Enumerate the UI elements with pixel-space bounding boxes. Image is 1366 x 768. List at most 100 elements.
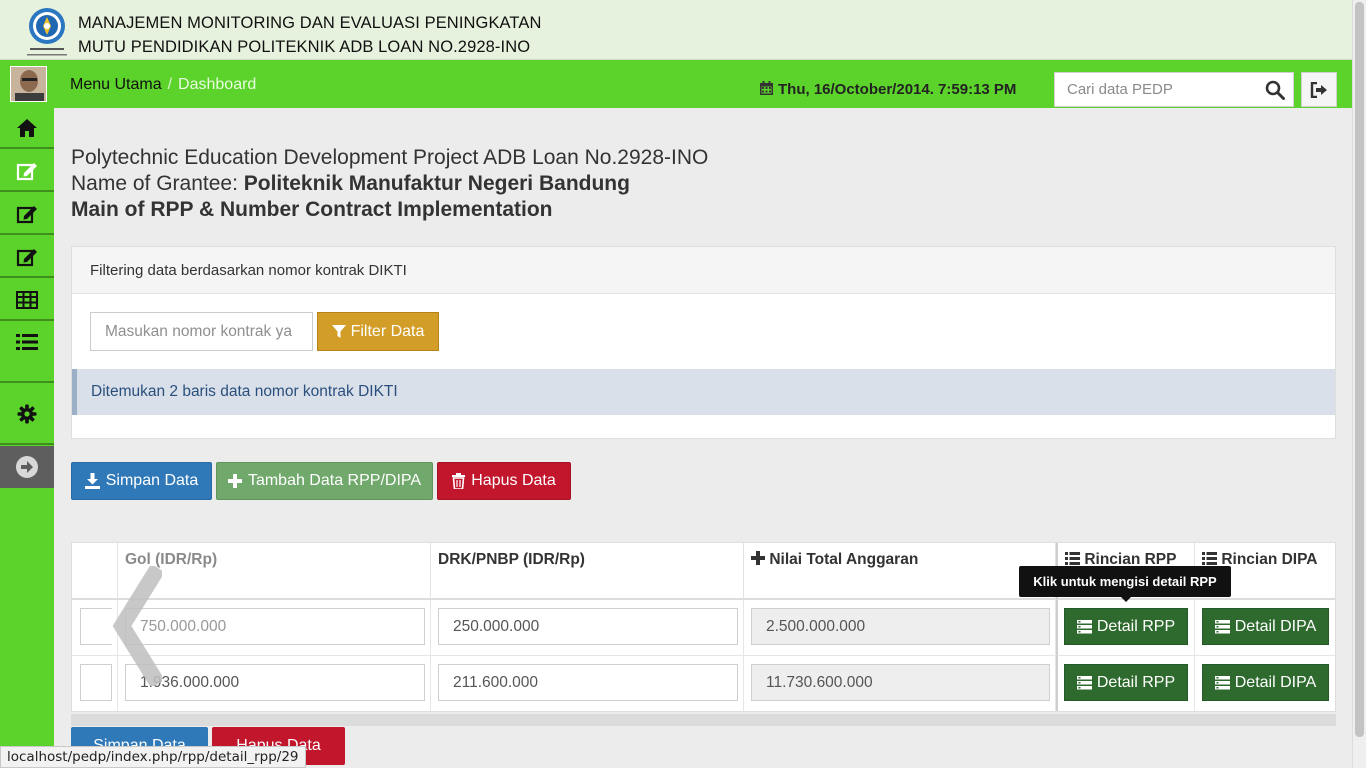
table-cell-rincian-rpp: Detail RPP xyxy=(1056,656,1195,711)
logout-button[interactable] xyxy=(1301,72,1337,107)
app-header: MANAJEMEN MONITORING DAN EVALUASI PENING… xyxy=(0,0,1352,60)
grantee-label: Name of Grantee: xyxy=(71,172,244,195)
table-cell-rincian-dipa: Detail DIPA xyxy=(1195,656,1335,711)
table-cell-rincian-rpp: Detail RPP xyxy=(1056,600,1195,656)
detail-rpp-button[interactable]: Detail RPP xyxy=(1064,608,1188,645)
sidebar-item-table[interactable] xyxy=(0,280,54,321)
page-subtitle: Main of RPP & Number Contract Implementa… xyxy=(71,198,553,221)
filter-panel: Filtering data berdasarkan nomor kontrak… xyxy=(71,246,1336,439)
edit-icon xyxy=(16,205,37,223)
result-alert: Ditemukan 2 baris data nomor kontrak DIK… xyxy=(72,369,1335,415)
drk-input[interactable]: 211.600.000 xyxy=(438,664,738,701)
detail-dipa-button[interactable]: Detail DIPA xyxy=(1202,664,1329,701)
table-header-total-label: Nilai Total Anggaran xyxy=(769,551,919,568)
search-input[interactable] xyxy=(1055,73,1255,106)
table-cell-total: 11.730.600.000 xyxy=(744,656,1056,711)
sidebar-item-settings[interactable] xyxy=(0,385,54,445)
drk-input[interactable]: 250.000.000 xyxy=(438,608,738,645)
app-title-line2: MUTU PENDIDIKAN POLITEKNIK ADB LOAN NO.2… xyxy=(78,38,531,56)
edit-icon xyxy=(16,248,37,266)
breadcrumb-current: Dashboard xyxy=(178,76,257,93)
sidebar-item-home[interactable] xyxy=(0,108,54,149)
gear-icon xyxy=(17,404,37,424)
table-header-rincian-dipa-label: Rincian DIPA xyxy=(1221,551,1318,568)
sidebar-item-edit-2[interactable] xyxy=(0,194,54,235)
grantee-name: Politeknik Manufaktur Negeri Bandung xyxy=(243,172,630,195)
detail-dipa-label: Detail DIPA xyxy=(1234,617,1317,635)
save-button[interactable]: Simpan Data xyxy=(71,462,212,500)
app-title-line1: MANAJEMEN MONITORING DAN EVALUASI PENING… xyxy=(78,14,542,32)
chevron-left-icon[interactable] xyxy=(106,566,162,686)
datetime-text: Thu, 16/October/2014. 7:59:13 PM xyxy=(778,81,1017,98)
breadcrumb-separator: / xyxy=(167,76,173,93)
table-cell-drk: 211.600.000 xyxy=(431,656,744,711)
delete-button[interactable]: Hapus Data xyxy=(437,462,571,500)
page-heading: Polytechnic Education Development Projec… xyxy=(71,145,708,223)
kemdikbud-logo xyxy=(18,6,76,60)
table-cell-gol: 750.000.000 xyxy=(118,600,431,656)
filter-panel-title: Filtering data berdasarkan nomor kontrak… xyxy=(72,247,1335,294)
server-icon xyxy=(1214,619,1230,633)
tooltip: Klik untuk mengisi detail RPP xyxy=(1019,566,1231,597)
gol-input[interactable]: 1.936.000.000 xyxy=(125,664,425,701)
user-avatar[interactable] xyxy=(10,66,47,102)
table-header-drk: DRK/PNBP (IDR/Rp) xyxy=(431,543,744,600)
server-icon xyxy=(1214,675,1230,689)
table-cell-rincian-dipa: Detail DIPA xyxy=(1195,600,1335,656)
table-horizontal-scrollbar[interactable] xyxy=(71,714,1336,726)
trash-icon xyxy=(452,473,466,489)
sign-out-icon xyxy=(1310,81,1327,98)
sidebar-item-edit-3[interactable] xyxy=(0,237,54,278)
breadcrumb-home-link[interactable]: Menu Utama xyxy=(70,76,162,93)
project-title: Polytechnic Education Development Projec… xyxy=(71,146,709,169)
total-input: 11.730.600.000 xyxy=(751,664,1050,701)
table-cell-gol: 1.936.000.000 xyxy=(118,656,431,711)
list-icon xyxy=(1065,552,1080,565)
contract-number-input[interactable] xyxy=(90,312,313,351)
breadcrumb: Menu Utama / Dashboard xyxy=(70,76,256,94)
sidebar-item-edit-1[interactable] xyxy=(0,151,54,192)
vertical-scrollbar[interactable] xyxy=(1352,0,1366,768)
sidebar-item-list[interactable] xyxy=(0,323,54,383)
total-input: 2.500.000.000 xyxy=(751,608,1050,645)
download-icon xyxy=(84,473,100,489)
sidebar-toggle-button[interactable] xyxy=(0,446,54,488)
edit-icon xyxy=(16,162,37,180)
table-cell-total: 2.500.000.000 xyxy=(744,600,1056,656)
calendar-icon xyxy=(760,81,773,95)
tooltip-arrow xyxy=(1120,596,1132,602)
filter-button[interactable]: Filter Data xyxy=(317,312,439,351)
search-icon[interactable] xyxy=(1265,80,1285,100)
detail-rpp-label: Detail RPP xyxy=(1096,673,1176,691)
plus-icon xyxy=(227,474,242,488)
server-icon xyxy=(1076,619,1092,633)
gol-input[interactable]: 750.000.000 xyxy=(125,608,425,645)
status-bar-url: localhost/pedp/index.php/rpp/detail_rpp/… xyxy=(0,746,306,768)
table-header-gol: Gol (IDR/Rp) xyxy=(118,543,431,600)
table-icon xyxy=(16,290,38,309)
filter-button-label: Filter Data xyxy=(350,322,425,340)
server-icon xyxy=(1076,675,1092,689)
detail-rpp-label: Detail RPP xyxy=(1096,617,1176,635)
detail-dipa-label: Detail DIPA xyxy=(1234,673,1317,691)
datetime-display: Thu, 16/October/2014. 7:59:13 PM xyxy=(759,81,1016,98)
save-button-label: Simpan Data xyxy=(105,472,199,489)
table-cell-drk: 250.000.000 xyxy=(431,600,744,656)
delete-button-label: Hapus Data xyxy=(471,472,556,489)
list-icon xyxy=(1202,552,1217,565)
add-rpp-dipa-button[interactable]: Tambah Data RPP/DIPA xyxy=(216,462,433,500)
scrollbar-thumb[interactable] xyxy=(1355,2,1364,737)
filter-icon xyxy=(331,324,346,338)
table-header-total: Nilai Total Anggaran xyxy=(744,543,1056,600)
home-icon xyxy=(17,118,37,137)
detail-rpp-button[interactable]: Detail RPP xyxy=(1064,664,1188,701)
plus-icon xyxy=(751,551,765,565)
grantee-line: Name of Grantee: Politeknik Manufaktur N… xyxy=(71,171,708,197)
list-icon xyxy=(16,334,38,350)
sidebar xyxy=(0,108,54,768)
app-title: MANAJEMEN MONITORING DAN EVALUASI PENING… xyxy=(78,11,542,59)
detail-dipa-button[interactable]: Detail DIPA xyxy=(1202,608,1329,645)
arrow-circle-right-icon xyxy=(16,456,38,478)
add-button-label: Tambah Data RPP/DIPA xyxy=(247,472,422,489)
search-box xyxy=(1054,72,1294,107)
